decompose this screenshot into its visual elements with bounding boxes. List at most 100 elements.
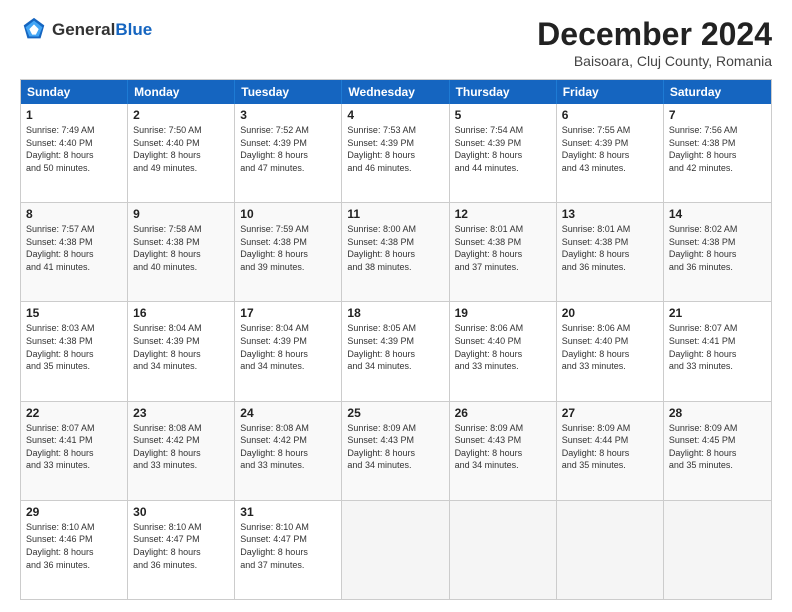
cell-info: Sunrise: 7:53 AM Sunset: 4:39 PM Dayligh… <box>347 124 443 174</box>
header-day-sunday: Sunday <box>21 80 128 104</box>
cell-info: Sunrise: 8:06 AM Sunset: 4:40 PM Dayligh… <box>455 322 551 372</box>
cell-info: Sunrise: 8:10 AM Sunset: 4:46 PM Dayligh… <box>26 521 122 571</box>
header-day-saturday: Saturday <box>664 80 771 104</box>
cell-info: Sunrise: 7:49 AM Sunset: 4:40 PM Dayligh… <box>26 124 122 174</box>
calendar-row: 8 Sunrise: 7:57 AM Sunset: 4:38 PM Daylig… <box>21 202 771 301</box>
day-number: 1 <box>26 108 122 122</box>
calendar-cell: 11 Sunrise: 8:00 AM Sunset: 4:38 PM Dayli… <box>342 203 449 301</box>
calendar-body: 1 Sunrise: 7:49 AM Sunset: 4:40 PM Daylig… <box>21 104 771 599</box>
calendar-row: 1 Sunrise: 7:49 AM Sunset: 4:40 PM Daylig… <box>21 104 771 202</box>
cell-info: Sunrise: 8:10 AM Sunset: 4:47 PM Dayligh… <box>133 521 229 571</box>
day-number: 6 <box>562 108 658 122</box>
day-number: 12 <box>455 207 551 221</box>
day-number: 31 <box>240 505 336 519</box>
cell-info: Sunrise: 8:01 AM Sunset: 4:38 PM Dayligh… <box>562 223 658 273</box>
header-day-wednesday: Wednesday <box>342 80 449 104</box>
day-number: 30 <box>133 505 229 519</box>
calendar-cell <box>342 501 449 599</box>
logo-text: GeneralBlue <box>52 20 152 40</box>
day-number: 22 <box>26 406 122 420</box>
day-number: 24 <box>240 406 336 420</box>
cell-info: Sunrise: 8:04 AM Sunset: 4:39 PM Dayligh… <box>240 322 336 372</box>
header-day-tuesday: Tuesday <box>235 80 342 104</box>
cell-info: Sunrise: 8:09 AM Sunset: 4:43 PM Dayligh… <box>455 422 551 472</box>
day-number: 27 <box>562 406 658 420</box>
calendar-cell: 7 Sunrise: 7:56 AM Sunset: 4:38 PM Daylig… <box>664 104 771 202</box>
day-number: 23 <box>133 406 229 420</box>
cell-info: Sunrise: 8:00 AM Sunset: 4:38 PM Dayligh… <box>347 223 443 273</box>
day-number: 26 <box>455 406 551 420</box>
cell-info: Sunrise: 8:10 AM Sunset: 4:47 PM Dayligh… <box>240 521 336 571</box>
day-number: 4 <box>347 108 443 122</box>
calendar-cell: 14 Sunrise: 8:02 AM Sunset: 4:38 PM Dayli… <box>664 203 771 301</box>
day-number: 28 <box>669 406 766 420</box>
cell-info: Sunrise: 8:09 AM Sunset: 4:45 PM Dayligh… <box>669 422 766 472</box>
calendar-cell: 28 Sunrise: 8:09 AM Sunset: 4:45 PM Dayli… <box>664 402 771 500</box>
day-number: 14 <box>669 207 766 221</box>
calendar-cell <box>557 501 664 599</box>
cell-info: Sunrise: 7:52 AM Sunset: 4:39 PM Dayligh… <box>240 124 336 174</box>
day-number: 2 <box>133 108 229 122</box>
cell-info: Sunrise: 8:09 AM Sunset: 4:44 PM Dayligh… <box>562 422 658 472</box>
calendar-cell: 27 Sunrise: 8:09 AM Sunset: 4:44 PM Dayli… <box>557 402 664 500</box>
cell-info: Sunrise: 7:56 AM Sunset: 4:38 PM Dayligh… <box>669 124 766 174</box>
cell-info: Sunrise: 8:04 AM Sunset: 4:39 PM Dayligh… <box>133 322 229 372</box>
calendar-cell: 9Sunrise: 7:58 AM Sunset: 4:38 PM Daylig… <box>128 203 235 301</box>
calendar-cell <box>664 501 771 599</box>
calendar-cell: 19Sunrise: 8:06 AM Sunset: 4:40 PM Dayli… <box>450 302 557 400</box>
calendar-cell: 4 Sunrise: 7:53 AM Sunset: 4:39 PM Daylig… <box>342 104 449 202</box>
calendar-cell: 8 Sunrise: 7:57 AM Sunset: 4:38 PM Daylig… <box>21 203 128 301</box>
header-day-friday: Friday <box>557 80 664 104</box>
day-number: 11 <box>347 207 443 221</box>
calendar-cell: 25Sunrise: 8:09 AM Sunset: 4:43 PM Dayli… <box>342 402 449 500</box>
cell-info: Sunrise: 7:57 AM Sunset: 4:38 PM Dayligh… <box>26 223 122 273</box>
calendar-cell: 5 Sunrise: 7:54 AM Sunset: 4:39 PM Daylig… <box>450 104 557 202</box>
calendar-cell: 22Sunrise: 8:07 AM Sunset: 4:41 PM Dayli… <box>21 402 128 500</box>
calendar-cell: 18Sunrise: 8:05 AM Sunset: 4:39 PM Dayli… <box>342 302 449 400</box>
calendar: SundayMondayTuesdayWednesdayThursdayFrid… <box>20 79 772 600</box>
cell-info: Sunrise: 7:58 AM Sunset: 4:38 PM Dayligh… <box>133 223 229 273</box>
calendar-cell: 16 Sunrise: 8:04 AM Sunset: 4:39 PM Dayli… <box>128 302 235 400</box>
header-day-monday: Monday <box>128 80 235 104</box>
cell-info: Sunrise: 7:59 AM Sunset: 4:38 PM Dayligh… <box>240 223 336 273</box>
day-number: 13 <box>562 207 658 221</box>
cell-info: Sunrise: 8:08 AM Sunset: 4:42 PM Dayligh… <box>240 422 336 472</box>
calendar-cell: 12 Sunrise: 8:01 AM Sunset: 4:38 PM Dayli… <box>450 203 557 301</box>
cell-info: Sunrise: 8:05 AM Sunset: 4:39 PM Dayligh… <box>347 322 443 372</box>
cell-info: Sunrise: 8:09 AM Sunset: 4:43 PM Dayligh… <box>347 422 443 472</box>
cell-info: Sunrise: 8:07 AM Sunset: 4:41 PM Dayligh… <box>669 322 766 372</box>
cell-info: Sunrise: 8:02 AM Sunset: 4:38 PM Dayligh… <box>669 223 766 273</box>
month-title: December 2024 <box>537 16 772 53</box>
logo-blue: Blue <box>115 20 152 39</box>
day-number: 17 <box>240 306 336 320</box>
title-block: December 2024 Baisoara, Cluj County, Rom… <box>537 16 772 69</box>
day-number: 3 <box>240 108 336 122</box>
calendar-cell: 3 Sunrise: 7:52 AM Sunset: 4:39 PM Daylig… <box>235 104 342 202</box>
day-number: 21 <box>669 306 766 320</box>
header-day-thursday: Thursday <box>450 80 557 104</box>
cell-info: Sunrise: 7:50 AM Sunset: 4:40 PM Dayligh… <box>133 124 229 174</box>
logo: GeneralBlue <box>20 16 152 44</box>
calendar-row: 22Sunrise: 8:07 AM Sunset: 4:41 PM Dayli… <box>21 401 771 500</box>
cell-info: Sunrise: 7:54 AM Sunset: 4:39 PM Dayligh… <box>455 124 551 174</box>
cell-info: Sunrise: 7:55 AM Sunset: 4:39 PM Dayligh… <box>562 124 658 174</box>
calendar-cell: 13 Sunrise: 8:01 AM Sunset: 4:38 PM Dayli… <box>557 203 664 301</box>
day-number: 10 <box>240 207 336 221</box>
day-number: 7 <box>669 108 766 122</box>
calendar-cell: 2 Sunrise: 7:50 AM Sunset: 4:40 PM Daylig… <box>128 104 235 202</box>
calendar-cell: 21 Sunrise: 8:07 AM Sunset: 4:41 PM Dayli… <box>664 302 771 400</box>
calendar-cell: 29 Sunrise: 8:10 AM Sunset: 4:46 PM Dayli… <box>21 501 128 599</box>
day-number: 8 <box>26 207 122 221</box>
day-number: 16 <box>133 306 229 320</box>
cell-info: Sunrise: 8:01 AM Sunset: 4:38 PM Dayligh… <box>455 223 551 273</box>
calendar-cell: 24 Sunrise: 8:08 AM Sunset: 4:42 PM Dayli… <box>235 402 342 500</box>
calendar-cell: 17 Sunrise: 8:04 AM Sunset: 4:39 PM Dayli… <box>235 302 342 400</box>
day-number: 29 <box>26 505 122 519</box>
day-number: 5 <box>455 108 551 122</box>
calendar-row: 29 Sunrise: 8:10 AM Sunset: 4:46 PM Dayli… <box>21 500 771 599</box>
calendar-cell: 26 Sunrise: 8:09 AM Sunset: 4:43 PM Dayli… <box>450 402 557 500</box>
cell-info: Sunrise: 8:03 AM Sunset: 4:38 PM Dayligh… <box>26 322 122 372</box>
calendar-cell: 1 Sunrise: 7:49 AM Sunset: 4:40 PM Daylig… <box>21 104 128 202</box>
day-number: 15 <box>26 306 122 320</box>
cell-info: Sunrise: 8:08 AM Sunset: 4:42 PM Dayligh… <box>133 422 229 472</box>
